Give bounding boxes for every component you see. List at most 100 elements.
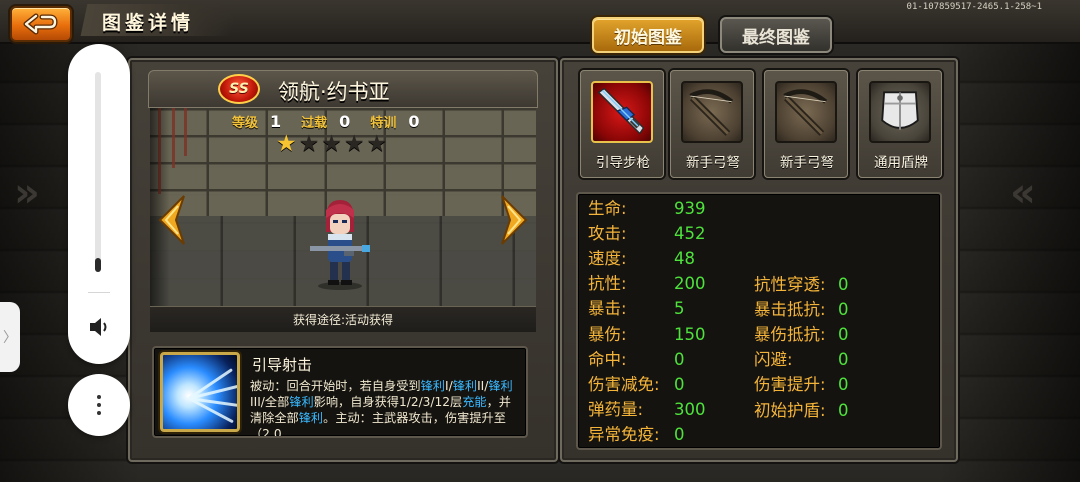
stat-label: 弹药量: xyxy=(588,399,644,419)
stat-label: 生命: xyxy=(588,199,627,218)
stat-row: 攻击: 452 xyxy=(588,224,706,244)
stat-label: 速度: xyxy=(588,249,627,269)
stat-row: 生命: 939 xyxy=(588,199,706,219)
star-filled-icon: ★ xyxy=(276,131,297,157)
stat-value: 0 xyxy=(838,400,849,420)
stat-label: 暴伤: xyxy=(588,324,627,344)
stat-value: 0 xyxy=(838,375,849,395)
stat-label: 攻击: xyxy=(588,224,627,244)
equipment-slot-1[interactable]: 引导步枪 xyxy=(580,70,664,178)
stat-row: 暴击抵抗: 0 xyxy=(754,300,849,320)
stat-row: 初始护盾: 0 xyxy=(754,401,849,421)
stat-label: 暴击抵抗: xyxy=(754,300,826,320)
skill-keyword: 锋利 xyxy=(298,411,324,425)
stat-row: 弹药量: 300 xyxy=(588,399,706,420)
stat-value: 48 xyxy=(674,249,695,269)
skill-keyword: 锋利 xyxy=(452,379,478,393)
equipment-slot-3[interactable]: 新手弓弩 xyxy=(764,70,848,178)
overload-value: 0 xyxy=(339,112,351,131)
more-options-button[interactable] xyxy=(68,374,130,436)
skill-text: II/ xyxy=(477,379,489,393)
equipment-slot-4[interactable]: 通用盾牌 xyxy=(858,70,942,178)
stage-vine xyxy=(184,108,187,156)
hero-level-row: 等级 1 过载 0 特训 0 xyxy=(232,112,439,131)
stat-label: 闪避: xyxy=(754,350,793,370)
stat-label: 伤害减免: xyxy=(588,374,660,394)
equipment-slot-2[interactable]: 新手弓弩 xyxy=(670,70,754,178)
stat-value: 0 xyxy=(838,325,849,345)
level-label: 等级 xyxy=(232,116,259,131)
stat-value: 452 xyxy=(674,224,706,244)
skill-text: 影响，自身获得1/2/3/12层 xyxy=(313,395,463,409)
stat-label: 暴击: xyxy=(588,299,627,319)
crossbow-icon xyxy=(775,81,837,143)
stat-row: 伤害提升: 0 xyxy=(754,375,849,395)
overload-label: 过载 xyxy=(301,116,328,131)
rifle-icon xyxy=(591,81,653,143)
wall-chevron-left: » xyxy=(14,170,40,216)
stat-row: 伤害减免: 0 xyxy=(588,374,685,395)
volume-slider[interactable] xyxy=(95,72,101,272)
stat-value: 939 xyxy=(674,199,706,218)
skill-name: 引导射击 xyxy=(252,356,313,374)
back-button[interactable] xyxy=(10,6,72,42)
skill-keyword: 锋利 xyxy=(289,395,314,409)
stat-row: 暴击: 5 xyxy=(588,299,685,319)
stat-value: 150 xyxy=(674,324,706,344)
shield-icon xyxy=(869,81,931,143)
crossbow-icon xyxy=(681,81,743,143)
skill-keyword: 锋利 xyxy=(488,379,513,393)
stat-value: 0 xyxy=(838,350,849,370)
prev-hero-button[interactable] xyxy=(154,194,190,246)
skill-text: I/ xyxy=(445,379,453,393)
chevron-right-icon xyxy=(501,195,528,245)
level-value: 1 xyxy=(270,112,282,131)
star-empty-icon: ★ xyxy=(366,131,388,157)
skill-text: 被动：回合开始时，若自身受到 xyxy=(250,379,421,393)
stat-label: 异常免疫: xyxy=(588,424,660,444)
tab-final-codex[interactable]: 最终图鉴 xyxy=(720,17,832,53)
equipment-label: 新手弓弩 xyxy=(686,155,740,171)
skill-icon-streak xyxy=(188,368,233,400)
back-arrow-icon xyxy=(23,13,58,35)
stat-value: 0 xyxy=(674,424,685,444)
skill-text: 。 xyxy=(323,411,336,425)
star-empty-icon: ★ xyxy=(298,131,320,157)
stat-value: 0 xyxy=(674,349,685,369)
volume-slider-fill xyxy=(95,258,101,272)
tab-initial-codex[interactable]: 初始图鉴 xyxy=(592,17,704,53)
training-label: 特训 xyxy=(370,116,397,131)
wall-chevron-right: « xyxy=(1010,170,1036,216)
stat-row: 闪避: 0 xyxy=(754,350,849,370)
equipment-label: 引导步枪 xyxy=(596,155,650,171)
stat-label: 抗性穿透: xyxy=(754,275,826,294)
stat-row: 抗性: 200 xyxy=(588,274,706,294)
stat-label: 暴伤抵抗: xyxy=(754,325,826,345)
stat-value: 5 xyxy=(674,299,685,319)
speaker-icon[interactable] xyxy=(86,314,112,340)
stat-row: 异常免疫: 0 xyxy=(588,424,685,445)
hero-name: 领航·约书亚 xyxy=(278,80,390,104)
skill-keyword: 锋利 xyxy=(420,379,445,393)
stat-value: 0 xyxy=(674,374,685,394)
more-vertical-icon xyxy=(97,395,101,415)
guided-shot-skill-icon[interactable] xyxy=(160,352,240,432)
stat-row: 速度: 48 xyxy=(588,249,695,269)
training-value: 0 xyxy=(408,112,420,131)
next-hero-button[interactable] xyxy=(496,194,532,246)
stat-value: 0 xyxy=(838,300,849,320)
chevron-right-icon: 〉 xyxy=(3,330,17,346)
page-title: 图鉴详情 xyxy=(102,12,195,34)
star-empty-icon: ★ xyxy=(343,131,365,157)
rank-badge: SS xyxy=(218,74,260,104)
stat-row: 暴伤: 150 xyxy=(588,324,706,345)
stat-value: 0 xyxy=(838,275,849,294)
equipment-label: 通用盾牌 xyxy=(874,155,928,171)
hero-sprite xyxy=(310,200,370,290)
equipment-label: 新手弓弩 xyxy=(780,155,834,171)
star-empty-icon: ★ xyxy=(321,131,342,157)
skill-text: III/全部 xyxy=(250,395,290,409)
side-panel-handle[interactable]: 〉 xyxy=(0,302,20,372)
stage-vine xyxy=(172,108,175,168)
stat-row: 暴伤抵抗: 0 xyxy=(754,325,849,345)
